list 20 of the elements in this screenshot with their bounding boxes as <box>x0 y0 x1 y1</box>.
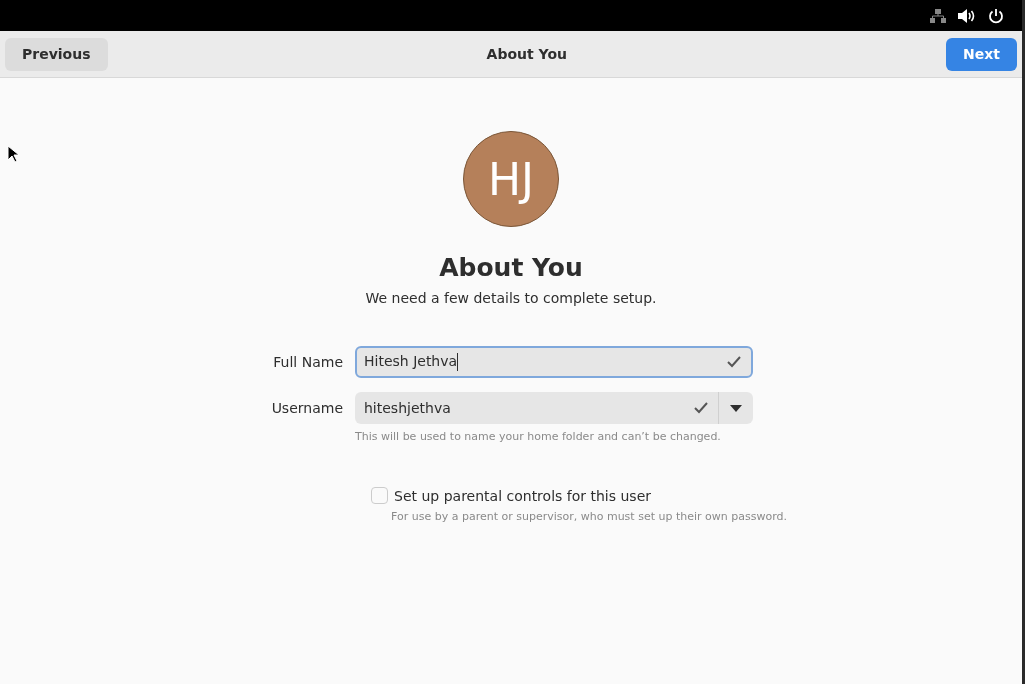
previous-button[interactable]: Previous <box>5 37 108 71</box>
checkbox-description: For use by a parent or supervisor, who must set up their own password. <box>391 510 787 523</box>
subtitle: We need a few details to complete setup. <box>365 290 657 306</box>
page-heading: About You <box>439 253 583 282</box>
input-field[interactable]: Hitesh Jethva <box>355 346 753 378</box>
caret-icon <box>730 404 742 412</box>
network-icon[interactable] <box>930 7 946 24</box>
checkbox-label[interactable]: Set up parental controls for this user <box>394 487 651 504</box>
checkbox[interactable] <box>371 487 389 504</box>
field-hint: This will be used to name your home folder and can’t be changed. <box>355 430 722 443</box>
next-button[interactable]: Next <box>946 37 1017 71</box>
input-field[interactable]: hiteshjethva <box>355 392 753 424</box>
field-label: Full Name <box>272 354 343 370</box>
volume-icon[interactable] <box>958 8 976 23</box>
field-label: Username <box>270 400 343 416</box>
power-icon[interactable] <box>988 7 1004 24</box>
header-title: About You <box>486 46 567 62</box>
pointer-icon <box>7 145 19 163</box>
check-icon <box>694 402 708 414</box>
check-icon <box>727 356 741 368</box>
